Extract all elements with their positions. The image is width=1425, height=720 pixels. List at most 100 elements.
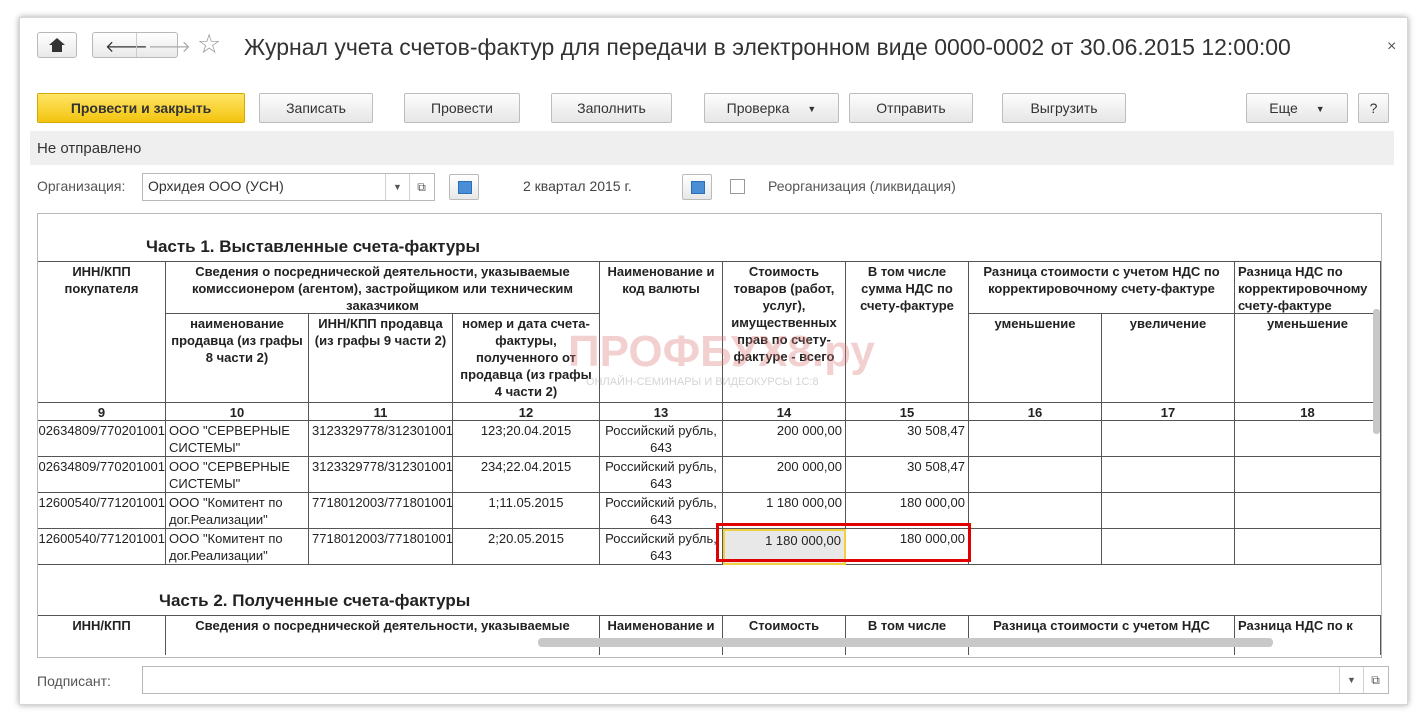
open-icon[interactable]: ⧉ [1363,667,1387,693]
cell-invoice: 234;22.04.2015 [453,457,600,493]
send-button[interactable]: Отправить [849,93,973,123]
cell-empty [1235,529,1381,565]
home-button[interactable] [37,32,77,58]
cell-empty [969,421,1102,457]
p2-header-currency: Наименование и [600,615,723,655]
p2-header-intermediary: Сведения о посреднической деятельности, … [166,615,600,655]
organization-label: Организация: [37,178,126,194]
cell-seller: ООО "СЕРВЕРНЫЕ СИСТЕМЫ" [166,421,309,457]
cell-empty [1102,421,1235,457]
cell-seller-inn: 3123329778/312301001 [309,457,453,493]
vertical-scrollbar[interactable] [1373,309,1380,434]
cell-inn: 7712600540/771201001 [38,493,166,529]
cell-empty [1102,457,1235,493]
cell-vat: 30 508,47 [846,421,969,457]
favorite-star-icon[interactable]: ☆ [197,29,221,60]
cell-currency: Российский рубль, 643 [600,493,723,529]
dropdown-arrow-icon[interactable]: ▼ [1339,667,1363,693]
p2-header-inn: ИНН/КПП [38,615,166,655]
col-number: 16 [969,403,1102,421]
status-bar: Не отправлено [30,131,1394,165]
col-number: 13 [600,403,723,421]
header-decrease: уменьшение [969,314,1102,403]
more-dropdown-button[interactable]: Еще ▼ [1246,93,1348,123]
dropdown-arrow-icon: ▼ [1315,104,1325,115]
check-dropdown-button[interactable]: Проверка ▼ [704,93,839,123]
col-number: 17 [1102,403,1235,421]
header-intermediary: Сведения о посреднической деятельности, … [166,261,600,314]
header-diff-cost: Разница стоимости с учетом НДС по коррек… [969,261,1235,314]
close-icon[interactable]: × [1387,38,1396,56]
header-decrease-vat: уменьшение [1235,314,1381,403]
cell-seller-inn: 7718012003/771801001 [309,493,453,529]
cell-invoice: 1;11.05.2015 [453,493,600,529]
col-number: 15 [846,403,969,421]
arrow-right-icon [691,181,705,194]
part2-title: Часть 2. Полученные счета-фактуры [159,591,471,610]
dropdown-arrow-icon: ▼ [807,104,817,115]
write-button[interactable]: Записать [259,93,373,123]
cell-invoice: 123;20.04.2015 [453,421,600,457]
header-seller-name: наименование продавца (из графы 8 части … [166,314,309,403]
cell-currency: Российский рубль, 643 [600,421,723,457]
period-label: 2 квартал 2015 г. [523,178,632,194]
watermark-logo: ПРОФБУХ8.ру [568,327,875,376]
cell-empty [969,493,1102,529]
cell-cost: 200 000,00 [723,457,846,493]
header-inn-buyer: ИНН/КПП покупателя [38,261,166,403]
cell-vat: 30 508,47 [846,457,969,493]
organization-field[interactable]: Орхидея ООО (УСН) ▼ ⧉ [142,173,435,201]
unload-button[interactable]: Выгрузить [1002,93,1126,123]
more-label: Еще [1269,100,1298,116]
p2-header-cost: Стоимость [723,615,846,655]
cell-empty [969,529,1102,565]
cell-empty [969,457,1102,493]
reorganization-checkbox[interactable] [730,179,745,194]
post-button[interactable]: Провести [404,93,520,123]
p2-header-vat: В том числе [846,615,969,655]
header-increase: увеличение [1102,314,1235,403]
back-button[interactable]: 🡐 [93,33,148,57]
forward-arrow-icon: 🡒 [148,39,191,56]
part1-title: Часть 1. Выставленные счета-фактуры [146,237,481,256]
dropdown-arrow-icon[interactable]: ▼ [385,174,409,200]
signer-label: Подписант: [37,673,111,689]
cell-empty [1235,457,1381,493]
col-number: 9 [38,403,166,421]
cell-seller-inn: 7718012003/771801001 [309,529,453,565]
forward-button[interactable]: 🡒 [136,33,191,57]
cell-currency: Российский рубль, 643 [600,529,723,565]
col-number: 12 [453,403,600,421]
cell-empty [1102,493,1235,529]
horizontal-scrollbar[interactable] [538,638,1273,647]
cell-currency: Российский рубль, 643 [600,457,723,493]
col-number: 10 [166,403,309,421]
cell-seller: ООО "Комитент по дог.Реализации" [166,529,309,565]
cell-seller: ООО "СЕРВЕРНЫЕ СИСТЕМЫ" [166,457,309,493]
col-number: 18 [1235,403,1381,421]
cell-inn: 7702634809/770201001 [38,421,166,457]
status-text: Не отправлено [37,140,142,157]
cell-empty [1102,529,1235,565]
open-icon[interactable]: ⧉ [409,174,433,200]
report-spreadsheet[interactable]: Часть 1. Выставленные счета-фактуры ИНН/… [37,213,1382,658]
cell-seller-inn: 3123329778/312301001 [309,421,453,457]
fill-button[interactable]: Заполнить [551,93,672,123]
cell-invoice: 2;20.05.2015 [453,529,600,565]
header-diff-vat: Разница НДС по корректировочному счету-ф… [1235,261,1381,314]
cell-empty [1235,421,1381,457]
window-title: Журнал учета счетов-фактур для передачи … [244,34,1291,60]
check-label: Проверка [726,100,790,116]
watermark-subtitle: ОНЛАЙН-СЕМИНАРЫ И ВИДЕОКУРСЫ 1С:8 [586,376,819,388]
header-seller-inn: ИНН/КПП продавца (из графы 9 части 2) [309,314,453,403]
cell-inn: 7712600540/771201001 [38,529,166,565]
organization-value: Орхидея ООО (УСН) [148,178,284,194]
period-next-button[interactable] [682,174,712,200]
post-and-close-button[interactable]: Провести и закрыть [37,93,245,123]
reorganization-label: Реорганизация (ликвидация) [768,178,956,194]
signer-field[interactable]: ▼ ⧉ [142,666,1389,694]
help-button[interactable]: ? [1358,93,1389,123]
col-number: 14 [723,403,846,421]
p2-header-diff-cost: Разница стоимости с учетом НДС [969,615,1235,655]
period-prev-button[interactable] [449,174,479,200]
